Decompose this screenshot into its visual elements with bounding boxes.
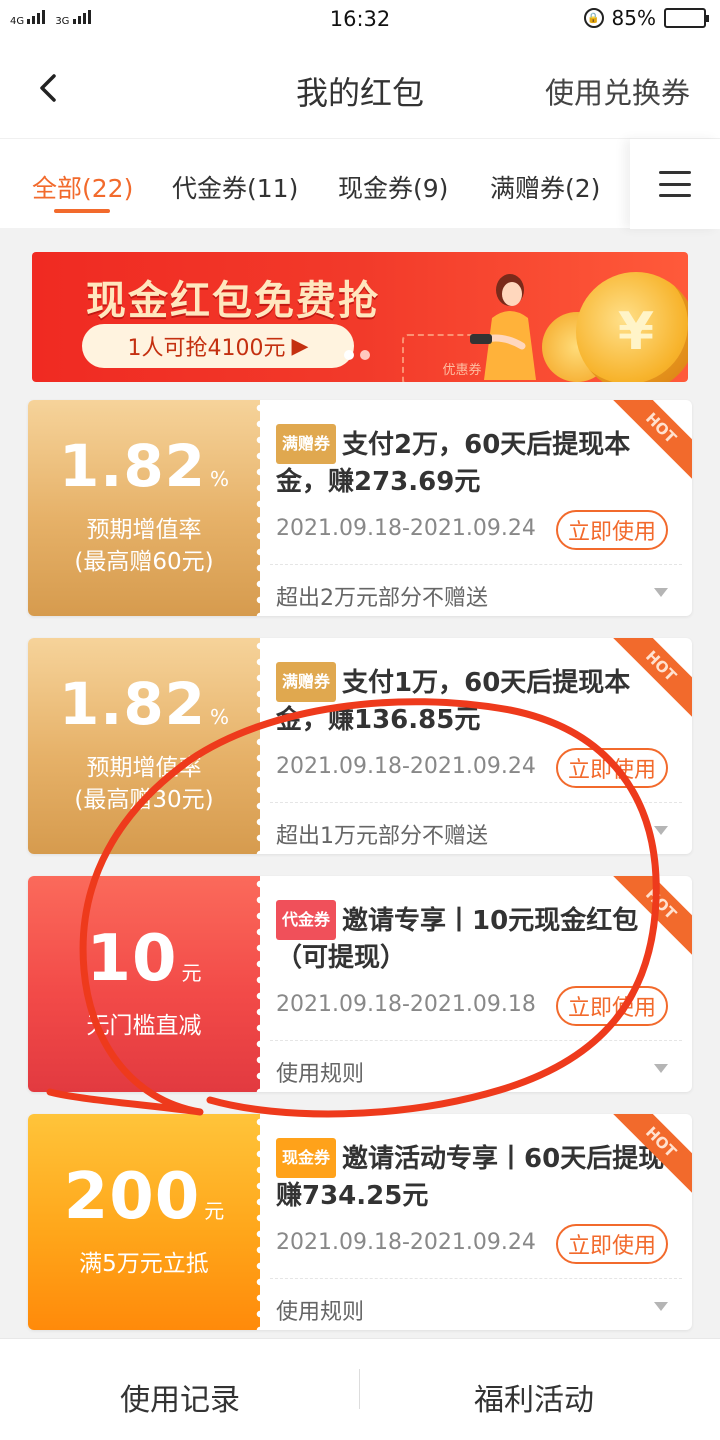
coupon-type-tag: 现金券	[276, 1138, 337, 1178]
carousel-dot	[344, 350, 354, 360]
coupon-condition: 预期增值率	[86, 517, 202, 543]
tab-cash-coupon[interactable]: 现金券(9)	[338, 169, 448, 205]
use-now-button[interactable]: 立即使用	[556, 986, 668, 1026]
coupon-validity: 2021.09.18-2021.09.18	[276, 992, 536, 1017]
chevron-down-icon[interactable]	[654, 1302, 668, 1311]
coupon-amount: 200 元	[28, 1160, 260, 1234]
coupon-note[interactable]: 超出1万元部分不赠送	[276, 818, 488, 850]
tab-voucher[interactable]: 代金券(11)	[172, 169, 298, 205]
coupon-amount-value: 10	[86, 922, 178, 996]
battery-icon	[664, 8, 709, 28]
rotation-lock-icon: 🔒	[583, 8, 604, 28]
coupon-amount-unit: 元	[181, 961, 202, 985]
status-bar: 4G 3G 16:32 🔒 85%	[0, 0, 720, 38]
coupon-divider	[270, 1278, 682, 1279]
coupon-title: 现金券 邀请活动专享丨60天后提现赚734.25元	[276, 1138, 676, 1214]
coupon-value-panel: 200 元 满5万元立抵	[28, 1114, 264, 1330]
coupon-amount-value: 1.82	[58, 432, 207, 500]
coupon-note[interactable]: 超出2万元部分不赠送	[276, 580, 488, 612]
woman-illustration	[470, 274, 536, 380]
carousel-dot	[360, 350, 370, 360]
use-now-button[interactable]: 立即使用	[556, 748, 668, 788]
coupon-rules-link[interactable]: 使用规则	[276, 1056, 364, 1088]
use-exchange-voucher-link[interactable]: 使用兑换券	[545, 70, 690, 112]
yuan-coin-icon: ¥	[576, 272, 688, 382]
bottom-divider	[359, 1369, 360, 1409]
coupon-rules-link[interactable]: 使用规则	[276, 1294, 364, 1326]
status-right: 🔒 85%	[583, 6, 709, 30]
coupon-divider	[270, 564, 682, 565]
coupon-amount-value: 1.82	[58, 670, 207, 738]
banner-title: 现金红包免费抢	[86, 278, 380, 324]
coupon-card: 1.82 % 预期增值率 (最高赠30元) 满赠券 支付1万，60天后提现本金，赚…	[28, 638, 692, 854]
welfare-activity-button[interactable]: 福利活动	[474, 1375, 594, 1419]
app-header: 我的红包 使用兑换券	[0, 38, 720, 138]
coupon-amount-unit: %	[210, 467, 230, 491]
coupon-amount-unit: 元	[204, 1199, 225, 1223]
carousel-dots	[344, 350, 370, 360]
coupon-card: 1.82 % 预期增值率 (最高赠60元) 满赠券 支付2万，60天后提现本金，赚…	[28, 400, 692, 616]
bottom-bar: 使用记录 福利活动	[0, 1338, 720, 1440]
tab-all[interactable]: 全部(22)	[32, 169, 133, 205]
coupon-amount: 10 元	[28, 922, 260, 996]
coupon-type-tag: 满赠券	[276, 662, 337, 702]
coupon-divider	[270, 1040, 682, 1041]
coupon-condition-detail: (最高赠30元)	[74, 787, 214, 813]
battery-percent: 85%	[611, 6, 656, 30]
coupon-title: 代金券 邀请专享丨10元现金红包（可提现）	[276, 900, 676, 976]
coupon-condition: 预期增值率	[86, 755, 202, 781]
coupon-amount-value: 200	[63, 1160, 201, 1234]
coupon-amount: 1.82 %	[28, 432, 260, 500]
coupon-card: 10 元 无门槛直减 代金券 邀请专享丨10元现金红包（可提现） 2021.09.…	[28, 876, 692, 1092]
coupon-title: 满赠券 支付2万，60天后提现本金，赚273.69元	[276, 424, 676, 500]
coupon-validity: 2021.09.18-2021.09.24	[276, 1230, 536, 1255]
coupon-validity: 2021.09.18-2021.09.24	[276, 516, 536, 541]
banner-pill-button[interactable]: 1人可抢4100元 ▶	[82, 324, 354, 368]
category-tabs: 全部(22) 代金券(11) 现金券(9) 满赠券(2)	[0, 138, 720, 229]
coupon-detail-panel: 现金券 邀请活动专享丨60天后提现赚734.25元 2021.09.18-2021…	[260, 1114, 692, 1330]
coupon-value-panel: 1.82 % 预期增值率 (最高赠30元)	[28, 638, 264, 854]
coupon-divider	[270, 802, 682, 803]
coupon-title: 满赠券 支付1万，60天后提现本金，赚136.85元	[276, 662, 676, 738]
coupon-amount: 1.82 %	[28, 670, 260, 738]
coupon-condition: 无门槛直减	[86, 1013, 202, 1039]
active-tab-indicator	[54, 209, 110, 213]
chevron-down-icon[interactable]	[654, 588, 668, 597]
use-now-button[interactable]: 立即使用	[556, 1224, 668, 1264]
coupon-amount-unit: %	[210, 705, 230, 729]
coupon-condition-detail: (最高赠60元)	[74, 549, 214, 575]
coupon-card: 200 元 满5万元立抵 现金券 邀请活动专享丨60天后提现赚734.25元 20…	[28, 1114, 692, 1330]
coupon-detail-panel: 满赠券 支付1万，60天后提现本金，赚136.85元 2021.09.18-202…	[260, 638, 692, 854]
coupon-condition: 满5万元立抵	[79, 1251, 209, 1277]
tabs-menu-button[interactable]	[630, 139, 720, 229]
usage-history-button[interactable]: 使用记录	[120, 1375, 240, 1419]
play-arrow-icon: ▶	[291, 333, 309, 359]
coupon-value-panel: 1.82 % 预期增值率 (最高赠60元)	[28, 400, 264, 616]
chevron-down-icon[interactable]	[654, 1064, 668, 1073]
coupon-type-tag: 满赠券	[276, 424, 337, 464]
coupon-detail-panel: 代金券 邀请专享丨10元现金红包（可提现） 2021.09.18-2021.09.…	[260, 876, 692, 1092]
hamburger-menu-icon	[659, 171, 691, 197]
tab-gift-coupon[interactable]: 满赠券(2)	[490, 169, 600, 205]
chevron-down-icon[interactable]	[654, 826, 668, 835]
promo-banner[interactable]: 现金红包免费抢 1人可抢4100元 ▶ 优惠券 ¥	[32, 252, 688, 382]
coupon-type-tag: 代金券	[276, 900, 337, 940]
coupon-detail-panel: 满赠券 支付2万，60天后提现本金，赚273.69元 2021.09.18-202…	[260, 400, 692, 616]
coupon-value-panel: 10 元 无门槛直减	[28, 876, 264, 1092]
use-now-button[interactable]: 立即使用	[556, 510, 668, 550]
banner-pill-label: 1人可抢4100元	[127, 336, 286, 361]
coupon-validity: 2021.09.18-2021.09.24	[276, 754, 536, 779]
